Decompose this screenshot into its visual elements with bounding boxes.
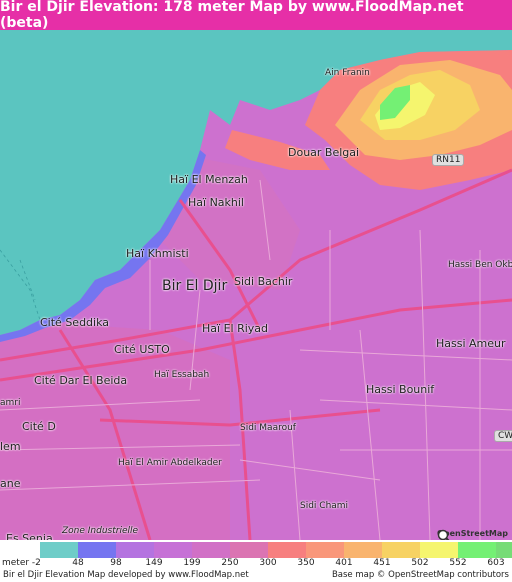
place-ane: ane — [0, 477, 21, 490]
legend-swatch — [382, 542, 420, 558]
legend-swatch — [496, 542, 512, 558]
place-amri: amri — [0, 398, 21, 408]
legend-label: 149 — [145, 558, 163, 568]
legend-swatch — [458, 542, 496, 558]
legend-swatch — [268, 542, 306, 558]
legend-label: 350 — [297, 558, 315, 568]
elevation-legend: meter -2 48 98 149 199 250 300 350 401 451 502 552 6… — [0, 540, 512, 568]
legend-label: 199 — [183, 558, 201, 568]
legend-swatches — [40, 542, 512, 558]
legend-label: 451 — [373, 558, 391, 568]
elevation-map[interactable]: Ain Franin Douar Belgai RN11 Haï El Menz… — [0, 30, 512, 540]
place-cite-seddika: Cité Seddika — [40, 316, 110, 329]
page-title: Bir el Djir Elevation: 178 meter Map by … — [0, 0, 512, 31]
osm-logo[interactable]: OpenStreetMap — [437, 529, 508, 540]
legend-label: 98 — [110, 558, 122, 568]
place-hai-nakhil: Haï Nakhil — [188, 196, 244, 209]
legend-swatch — [116, 542, 154, 558]
legend-label: 300 — [259, 558, 277, 568]
place-cite-d: Cité D — [22, 420, 56, 433]
legend-swatch — [192, 542, 230, 558]
road-shield-cw: CW — [494, 430, 512, 442]
place-elem: lem — [0, 440, 21, 453]
legend-swatch — [154, 542, 192, 558]
place-sidi-maarouf: Sidi Maarouf — [240, 423, 296, 433]
legend-label: meter -2 — [2, 558, 41, 568]
magnifier-icon — [437, 529, 450, 540]
footer-attribution: Base map © OpenStreetMap contributors — [331, 570, 509, 580]
place-cite-usto: Cité USTO — [114, 343, 170, 356]
legend-swatch — [40, 542, 78, 558]
place-hai-khmisti: Haï Khmisti — [126, 247, 189, 260]
place-hai-el-amir-abdelkader: Haï El Amir Abdelkader — [118, 458, 222, 468]
place-bir-el-djir: Bir El Djir — [162, 278, 228, 294]
legend-swatch — [306, 542, 344, 558]
place-hassi-ameur: Hassi Ameur — [436, 337, 506, 350]
place-sidi-bachir: Sidi Bachir — [234, 275, 293, 288]
legend-label: 250 — [221, 558, 239, 568]
legend-swatch — [344, 542, 382, 558]
place-sidi-chami: Sidi Chami — [300, 501, 349, 511]
road-shield-rn11: RN11 — [432, 154, 465, 166]
place-hassi-ben-okba: Hassi Ben Okba — [448, 260, 512, 270]
legend-label: 502 — [411, 558, 429, 568]
legend-label: 401 — [335, 558, 353, 568]
place-hai-el-menzah: Haï El Menzah — [170, 173, 248, 186]
place-es-senia: Es Senia — [6, 532, 53, 540]
place-hai-el-riyad: Haï El Riyad — [202, 322, 268, 335]
footer: Bir el Djir Elevation Map developed by w… — [0, 568, 512, 582]
place-ain-franin: Ain Franin — [325, 68, 370, 78]
legend-label: 603 — [487, 558, 505, 568]
place-hai-essabah: Haï Essabah — [154, 370, 210, 380]
place-cite-dar-el-beida: Cité Dar El Beida — [34, 374, 128, 387]
place-hassi-bounif: Hassi Bounif — [366, 383, 435, 396]
legend-swatch — [78, 542, 116, 558]
place-douar-belgai: Douar Belgai — [288, 146, 360, 159]
place-zone-industrielle: Zone Industrielle — [62, 526, 139, 536]
footer-credit: Bir el Djir Elevation Map developed by w… — [3, 570, 249, 580]
legend-swatch — [420, 542, 458, 558]
legend-label: 552 — [449, 558, 467, 568]
legend-swatch — [230, 542, 268, 558]
legend-label: 48 — [72, 558, 84, 568]
